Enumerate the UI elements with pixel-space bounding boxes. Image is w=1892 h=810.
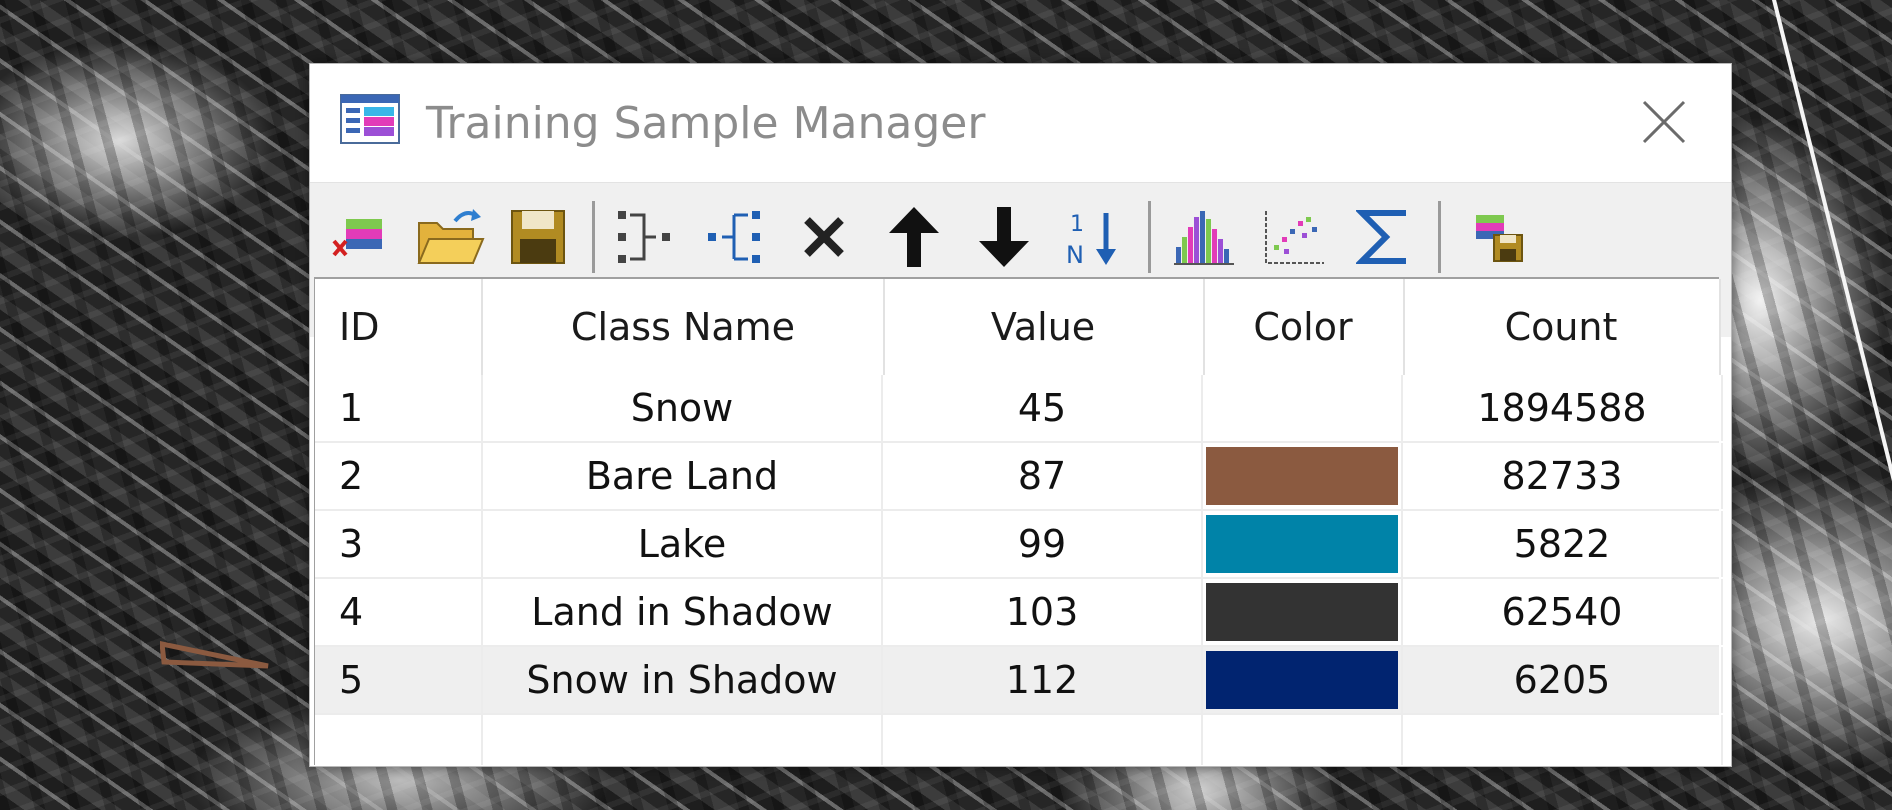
reset-class-values-icon: 1 N: [1066, 212, 1116, 269]
table-row-selected[interactable]: 5 Snow in Shadow 112 6205: [315, 647, 1723, 715]
toolbar-separator: [1438, 201, 1441, 273]
column-header-count[interactable]: Count: [1403, 279, 1721, 375]
collapse-button[interactable]: [606, 185, 686, 289]
training-samples-table: ID Class Name Value Color Count 1 Snow 4…: [314, 277, 1723, 765]
row-color-cell[interactable]: [1203, 375, 1403, 441]
training-sample-polygon[interactable]: [160, 640, 270, 670]
split-icon: [708, 211, 760, 263]
table-empty-row[interactable]: [315, 715, 1723, 765]
collapse-icon: [618, 211, 670, 263]
row-count: 82733: [1403, 443, 1723, 509]
statistics-button[interactable]: [1344, 185, 1424, 289]
split-button[interactable]: [696, 185, 776, 289]
save-icon: [511, 210, 565, 264]
column-header-class-name[interactable]: Class Name: [483, 279, 885, 375]
training-sample-manager-icon: [340, 94, 400, 144]
open-button[interactable]: [410, 185, 490, 289]
toolbar-separator: [592, 201, 595, 273]
color-swatch[interactable]: [1206, 447, 1398, 505]
row-id: 3: [315, 511, 483, 577]
row-id: 4: [315, 579, 483, 645]
table-row[interactable]: 3 Lake 99 5822: [315, 511, 1723, 579]
empty-cell: [483, 715, 883, 765]
delete-button[interactable]: [784, 185, 864, 289]
row-color-cell[interactable]: [1203, 647, 1403, 713]
empty-cell: [1203, 715, 1403, 765]
row-class-name: Bare Land: [483, 443, 883, 509]
table-row[interactable]: 1 Snow 45 1894588: [315, 375, 1723, 443]
row-class-name: Snow in Shadow: [483, 647, 883, 713]
color-swatch[interactable]: [1206, 379, 1398, 437]
row-count: 5822: [1403, 511, 1723, 577]
title-bar[interactable]: Training Sample Manager: [310, 64, 1731, 182]
close-icon[interactable]: [1634, 92, 1694, 152]
scatterplot-icon: [1265, 211, 1324, 264]
move-up-icon: [889, 207, 939, 267]
move-down-button[interactable]: [964, 185, 1044, 289]
histogram-button[interactable]: [1164, 185, 1244, 289]
column-header-id[interactable]: ID: [315, 279, 483, 375]
row-id: 1: [315, 375, 483, 441]
row-class-name: Lake: [483, 511, 883, 577]
color-swatch[interactable]: [1206, 515, 1398, 573]
move-up-button[interactable]: [874, 185, 954, 289]
delete-icon: [804, 217, 844, 257]
scatterplot-button[interactable]: [1254, 185, 1334, 289]
row-value: 103: [883, 579, 1203, 645]
row-count: 62540: [1403, 579, 1723, 645]
save-button[interactable]: [498, 185, 578, 289]
save-edits-icon: [1476, 215, 1523, 262]
empty-cell: [883, 715, 1203, 765]
table-row[interactable]: 2 Bare Land 87 82733: [315, 443, 1723, 511]
row-color-cell[interactable]: [1203, 579, 1403, 645]
row-value: 99: [883, 511, 1203, 577]
toolbar-separator: [1148, 201, 1151, 273]
move-down-icon: [979, 207, 1029, 267]
row-color-cell[interactable]: [1203, 511, 1403, 577]
row-value: 87: [883, 443, 1203, 509]
row-count: 1894588: [1403, 375, 1723, 441]
row-count: 6205: [1403, 647, 1723, 713]
svg-text:1: 1: [1070, 212, 1084, 237]
row-id: 2: [315, 443, 483, 509]
row-class-name: Snow: [483, 375, 883, 441]
remove-layer-button[interactable]: [320, 185, 400, 289]
row-class-name: Land in Shadow: [483, 579, 883, 645]
color-swatch[interactable]: [1206, 583, 1398, 641]
row-value: 112: [883, 647, 1203, 713]
reset-class-values-button[interactable]: 1 N: [1054, 185, 1134, 289]
empty-cell: [315, 715, 483, 765]
row-value: 45: [883, 375, 1203, 441]
empty-cell: [1403, 715, 1723, 765]
row-color-cell[interactable]: [1203, 443, 1403, 509]
row-id: 5: [315, 647, 483, 713]
remove-layer-icon: [332, 219, 382, 257]
training-sample-manager-dialog: Training Sample Manager 1 N ID Class Nam…: [309, 63, 1732, 767]
table-header: ID Class Name Value Color Count: [315, 279, 1721, 375]
column-header-value[interactable]: Value: [883, 279, 1205, 375]
svg-text:N: N: [1066, 241, 1084, 269]
table-row[interactable]: 4 Land in Shadow 103 62540: [315, 579, 1723, 647]
statistics-icon: [1356, 210, 1406, 264]
window-title: Training Sample Manager: [426, 98, 986, 149]
column-header-color[interactable]: Color: [1203, 279, 1405, 375]
color-swatch[interactable]: [1206, 651, 1398, 709]
save-edits-button[interactable]: [1460, 185, 1540, 289]
histogram-icon: [1174, 211, 1234, 265]
open-folder-icon: [417, 209, 485, 264]
